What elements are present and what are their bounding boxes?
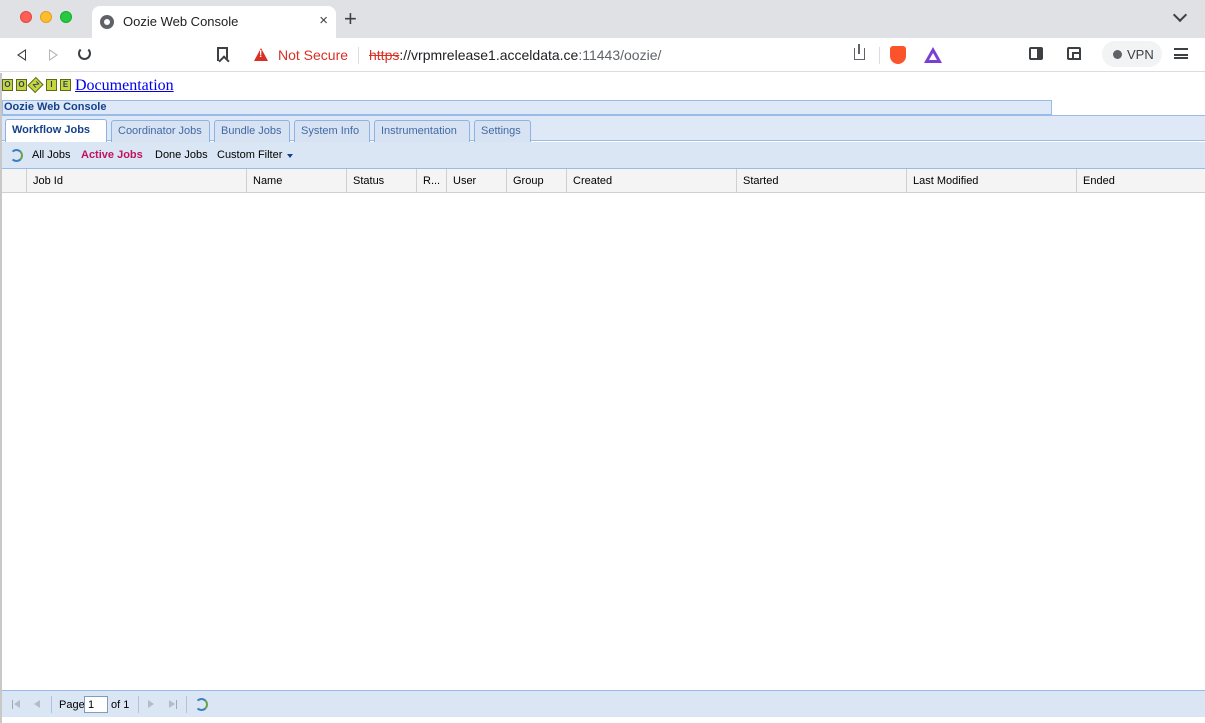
jobs-grid-header: Job Id Name Status R... User Group Creat… [2, 169, 1205, 193]
job-filter-toolbar: All Jobs Active Jobs Done Jobs Custom Fi… [2, 142, 1205, 169]
first-page-icon[interactable] [12, 700, 21, 709]
chevron-down-icon[interactable] [287, 154, 293, 158]
vpn-label: VPN [1127, 47, 1154, 62]
page-count-label: of 1 [111, 699, 130, 711]
paging-separator [186, 696, 187, 713]
page-label: Page [59, 699, 85, 711]
chevron-down-icon[interactable] [1172, 7, 1188, 23]
refresh-icon[interactable] [10, 149, 23, 162]
all-jobs-button[interactable]: All Jobs [32, 149, 71, 161]
browser-toolbar: Not Secure https://vrpmrelease1.acceldat… [0, 38, 1205, 72]
share-icon[interactable] [854, 44, 865, 60]
column-header-job-id[interactable]: Job Id [26, 169, 246, 193]
oozie-logo: O O Z I E [2, 76, 72, 94]
paging-separator [51, 696, 52, 713]
logo-letter: O [16, 79, 27, 91]
globe-icon [100, 15, 114, 29]
zoom-window-button[interactable] [60, 11, 72, 23]
omnibox-divider [358, 47, 359, 64]
bookmark-icon[interactable] [217, 47, 228, 61]
close-window-button[interactable] [20, 11, 32, 23]
column-header-started[interactable]: Started [736, 169, 906, 193]
tab-instrumentation[interactable]: Instrumentation [374, 120, 470, 142]
documentation-link[interactable]: Documentation [75, 77, 174, 95]
refresh-icon[interactable] [195, 698, 208, 711]
reload-button[interactable] [78, 47, 91, 60]
logo-letter: I [46, 79, 57, 91]
back-button[interactable] [14, 47, 28, 61]
column-header-name[interactable]: Name [246, 169, 346, 193]
previous-page-icon[interactable] [34, 700, 40, 708]
logo-letter: O [2, 79, 13, 91]
url-scheme: https [369, 47, 400, 63]
last-page-icon[interactable] [168, 700, 177, 709]
column-header-status[interactable]: Status [346, 169, 416, 193]
close-tab-button[interactable]: × [319, 12, 328, 30]
security-status[interactable]: Not Secure [278, 47, 348, 63]
active-jobs-button[interactable]: Active Jobs [81, 149, 143, 161]
address-bar[interactable]: Not Secure https://vrpmrelease1.acceldat… [244, 41, 951, 69]
oozie-page: O O Z I E Documentation Oozie Web Consol… [0, 73, 1205, 723]
logo-letter: E [60, 79, 71, 91]
vpn-status-icon [1113, 50, 1122, 59]
paging-separator [138, 696, 139, 713]
column-header-rownum [2, 169, 26, 193]
browser-tab-title: Oozie Web Console [123, 14, 239, 29]
done-jobs-button[interactable]: Done Jobs [155, 149, 208, 161]
next-page-icon[interactable] [148, 700, 154, 708]
tab-coordinator-jobs[interactable]: Coordinator Jobs [111, 120, 210, 142]
logo-letter: Z [27, 76, 44, 94]
forward-button[interactable] [46, 47, 60, 61]
tab-bundle-jobs[interactable]: Bundle Jobs [214, 120, 290, 142]
url-path: :11443/oozie/ [578, 47, 662, 63]
tab-workflow-jobs[interactable]: Workflow Jobs [5, 119, 107, 142]
hamburger-menu-icon[interactable] [1174, 48, 1188, 59]
browser-tab-strip: Oozie Web Console × + [0, 0, 1205, 38]
url-text[interactable]: https://vrpmrelease1.acceldata.ce:11443/… [369, 47, 661, 63]
column-header-group[interactable]: Group [506, 169, 566, 193]
paging-toolbar: Page of 1 [2, 690, 1205, 717]
minimize-window-button[interactable] [40, 11, 52, 23]
new-tab-button[interactable]: + [344, 8, 357, 30]
jobs-grid-body [2, 193, 1205, 690]
vpn-button[interactable]: VPN [1102, 41, 1162, 67]
tab-system-info[interactable]: System Info [294, 120, 370, 142]
sidebar-toggle-icon[interactable] [1029, 47, 1043, 60]
custom-filter-button[interactable]: Custom Filter [217, 149, 282, 161]
console-title: Oozie Web Console [2, 100, 1052, 115]
brave-rewards-icon[interactable] [924, 47, 942, 63]
page-number-input[interactable] [84, 696, 108, 713]
browser-tab[interactable]: Oozie Web Console × [92, 6, 336, 38]
column-header-created[interactable]: Created [566, 169, 736, 193]
column-header-run[interactable]: R... [416, 169, 446, 193]
column-header-user[interactable]: User [446, 169, 506, 193]
wallet-icon[interactable] [1067, 47, 1081, 60]
url-host: ://vrpmrelease1.acceldata.ce [399, 47, 579, 63]
warning-icon [254, 48, 268, 61]
omnibox-divider-2 [879, 47, 880, 64]
column-header-last-modified[interactable]: Last Modified [906, 169, 1076, 193]
brave-shields-icon[interactable] [890, 46, 906, 64]
main-tab-bar: Workflow Jobs Coordinator Jobs Bundle Jo… [2, 115, 1205, 142]
column-header-ended[interactable]: Ended [1076, 169, 1205, 193]
tab-settings[interactable]: Settings [474, 120, 531, 142]
